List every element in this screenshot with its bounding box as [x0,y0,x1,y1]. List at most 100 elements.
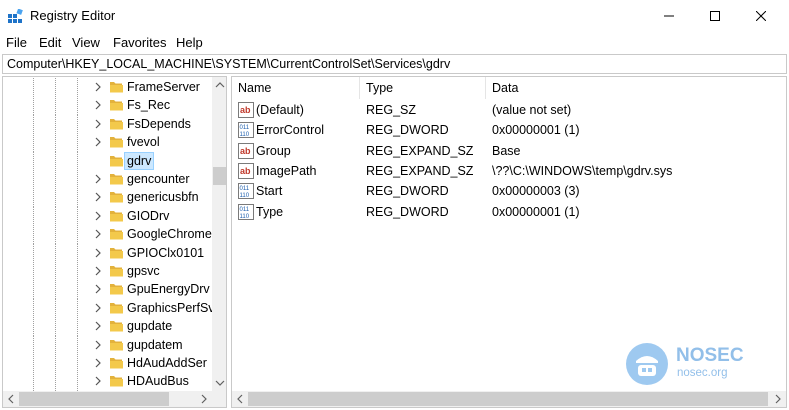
chevron-right-icon[interactable] [94,119,102,129]
tree-item-graphicsperfsv[interactable]: GraphicsPerfSv [3,298,215,318]
title-bar: Registry Editor [0,0,789,32]
address-bar[interactable]: Computer\HKEY_LOCAL_MACHINE\SYSTEM\Curre… [2,54,787,74]
chevron-right-icon[interactable] [94,211,102,221]
tree-item-gupdatem[interactable]: gupdatem [3,335,211,355]
tree-item-fs-rec[interactable]: Fs_Rec [3,96,211,116]
value-data-cell: \??\C:\WINDOWS\temp\gdrv.sys [492,163,673,178]
value-row-start[interactable]: 011 110 Start REG_DWORD 0x00000003 (3) [232,181,772,201]
value-name-cell: (Default) [256,103,304,117]
folder-icon [110,100,123,111]
tree-item-frameserver[interactable]: FrameServer [3,78,211,97]
tree-item-label: fvevol [127,135,160,150]
value-row-errorcontrol[interactable]: 011 110 ErrorControl REG_DWORD 0x00000001 (1… [232,120,772,140]
registry-editor-icon [8,9,23,23]
tree-item-label: gupdatem [127,337,183,352]
tree-horizontal-scroll-thumb[interactable] [19,392,169,406]
menu-file[interactable]: File [6,35,27,50]
folder-icon [110,210,123,222]
tree-guide-line [33,372,34,392]
tree-item-genericusbfn[interactable]: genericusbfn [3,188,211,208]
chevron-right-icon[interactable] [94,358,102,368]
scroll-right-arrow-icon[interactable] [770,391,786,407]
value-row-group[interactable]: ab Group REG_EXPAND_SZ Base [232,141,772,161]
tree-guide-line [77,335,78,355]
tree-guide-line [33,188,34,208]
scroll-up-arrow-icon[interactable] [212,77,227,93]
tree-guide-line [55,78,56,97]
svg-text:110: 110 [240,193,250,199]
tree-guide-line [55,280,56,300]
tree-item-hdaudbus[interactable]: HDAudBus [3,372,211,392]
close-button[interactable] [738,0,784,32]
string-value-icon: ab [238,142,254,159]
folder-icon [110,229,123,240]
chevron-right-icon[interactable] [94,303,102,313]
menu-help[interactable]: Help [176,35,203,50]
tree-item-gdrv[interactable]: gdrv [3,151,211,171]
chevron-right-icon[interactable] [94,137,102,147]
list-horizontal-scrollbar[interactable] [232,391,786,407]
tree-vertical-scroll-thumb[interactable] [213,167,226,185]
folder-icon [110,376,123,387]
tree-guide-line [77,96,78,116]
value-type-cell: REG_EXPAND_SZ [366,163,474,178]
value-row-type[interactable]: 011 110 Type REG_DWORD 0x00000001 (1) [232,202,772,222]
folder-icon [110,321,123,332]
minimize-button[interactable] [646,0,692,32]
chevron-right-icon[interactable] [94,266,102,276]
scroll-down-arrow-icon[interactable] [212,375,227,391]
chevron-right-icon[interactable] [94,174,102,184]
svg-text:110: 110 [240,132,250,138]
menu-favorites[interactable]: Favorites [113,35,166,50]
chevron-right-icon[interactable] [94,376,102,386]
svg-text:ab: ab [240,105,251,115]
tree-guide-line [55,225,56,245]
tree-item-hdaudaddser[interactable]: HdAudAddSer [3,354,211,373]
menu-edit[interactable]: Edit [39,35,61,50]
tree-guide-line [55,372,56,392]
tree-item-fsdepends[interactable]: FsDepends [3,114,211,134]
scroll-left-arrow-icon[interactable] [232,391,248,407]
scroll-left-arrow-icon[interactable] [3,391,19,407]
key-tree-pane[interactable]: FrameServer Fs_Rec FsDepends fvevol gdrv genc… [2,76,227,408]
svg-text:011: 011 [240,207,250,213]
value-row-default[interactable]: ab (Default) REG_SZ (value not set) [232,100,772,120]
column-header-type[interactable]: Type [360,77,486,99]
tree-item-gpioclx0101[interactable]: GPIOClx0101 [3,243,211,263]
scroll-right-arrow-icon[interactable] [196,391,212,407]
tree-item-gpuenergydrv[interactable]: GpuEnergyDrv [3,280,211,300]
tree-item-label: GpuEnergyDrv [127,282,210,297]
tree-item-giodrv[interactable]: GIODrv [3,206,211,226]
tree-item-label: GoogleChrome [127,227,212,242]
scrollbar-corner [212,391,226,407]
value-row-imagepath[interactable]: ab ImagePath REG_EXPAND_SZ \??\C:\WINDOWS\t… [232,161,772,181]
tree-guide-line [55,133,56,153]
tree-vertical-scrollbar[interactable] [212,77,227,391]
value-name-cell: Start [256,184,283,199]
tree-horizontal-scrollbar[interactable] [3,391,212,407]
tree-item-googlechrome[interactable]: GoogleChrome [3,225,212,245]
tree-item-fvevol[interactable]: fvevol [3,133,211,153]
chevron-right-icon[interactable] [94,100,102,110]
column-header-data[interactable]: Data [486,77,786,99]
tree-item-gupdate[interactable]: gupdate [3,317,211,337]
chevron-right-icon[interactable] [94,340,102,350]
folder-icon [110,137,123,148]
maximize-button[interactable] [692,0,738,32]
chevron-right-icon[interactable] [94,229,102,239]
menu-view[interactable]: View [72,35,100,50]
tree-item-gpsvc[interactable]: gpsvc [3,262,211,281]
tree-item-gencounter[interactable]: gencounter [3,170,211,189]
chevron-right-icon[interactable] [94,321,102,331]
svg-text:110: 110 [240,214,250,220]
chevron-right-icon[interactable] [94,192,102,202]
value-type-cell: REG_DWORD [366,123,449,138]
chevron-right-icon[interactable] [94,248,102,258]
list-horizontal-scroll-thumb[interactable] [248,392,768,406]
chevron-right-icon[interactable] [94,284,102,294]
tree-guide-line [33,354,34,373]
column-header-name[interactable]: Name [232,77,360,99]
tree-guide-line [33,262,34,281]
tree-guide-line [55,298,56,318]
chevron-right-icon[interactable] [94,82,102,92]
